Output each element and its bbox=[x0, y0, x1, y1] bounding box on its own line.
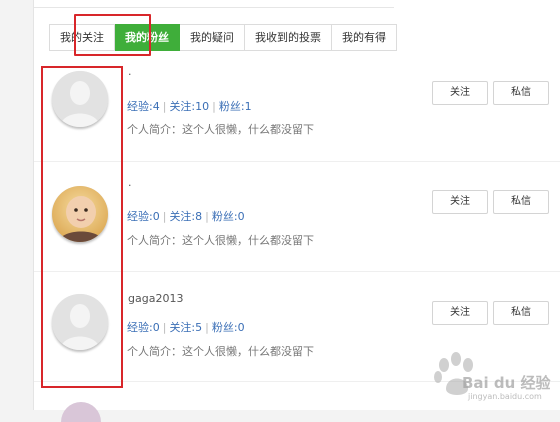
fans-label: 粉丝: bbox=[218, 100, 245, 113]
follow-label: 关注: bbox=[169, 210, 196, 223]
follow-label: 关注: bbox=[169, 100, 196, 113]
tab-highlight-box bbox=[74, 14, 151, 56]
message-button[interactable]: 私信 bbox=[493, 190, 549, 214]
tab-my-gains[interactable]: 我的有得 bbox=[332, 24, 397, 51]
exp-label: 经验: bbox=[127, 210, 153, 223]
exp-label: 经验: bbox=[127, 100, 153, 113]
follow-value: 5 bbox=[195, 321, 203, 334]
follow-value: 10 bbox=[195, 100, 210, 113]
follower-bio: 个人简介：这个人很懒，什么都没留下 bbox=[127, 345, 314, 358]
watermark-url: jingyan.baidu.com bbox=[468, 392, 542, 401]
watermark-text: Bai du 经验 bbox=[462, 374, 551, 392]
exp-value: 0 bbox=[152, 321, 160, 334]
message-button[interactable]: 私信 bbox=[493, 81, 549, 105]
fans-value: 1 bbox=[244, 100, 252, 113]
follower-bio: 个人简介：这个人很懒，什么都没留下 bbox=[127, 123, 314, 136]
message-button[interactable]: 私信 bbox=[493, 301, 549, 325]
top-divider bbox=[34, 0, 394, 8]
follow-button[interactable]: 关注 bbox=[432, 81, 488, 105]
tab-received-votes[interactable]: 我收到的投票 bbox=[245, 24, 332, 51]
follow-label: 关注: bbox=[169, 321, 196, 334]
follower-stats: 经验:0 | 关注:8 | 粉丝:0 bbox=[127, 210, 245, 223]
exp-label: 经验: bbox=[127, 321, 153, 334]
tab-my-questions[interactable]: 我的疑问 bbox=[180, 24, 245, 51]
follow-button[interactable]: 关注 bbox=[432, 301, 488, 325]
follower-name[interactable]: gaga2013 bbox=[128, 292, 183, 305]
follower-stats: 经验:0 | 关注:5 | 粉丝:0 bbox=[127, 321, 245, 334]
fans-value: 0 bbox=[237, 321, 245, 334]
fans-value: 0 bbox=[237, 210, 245, 223]
fans-label: 粉丝: bbox=[211, 210, 238, 223]
follower-name[interactable]: . bbox=[128, 176, 132, 189]
follower-name[interactable]: . bbox=[128, 65, 132, 78]
exp-value: 0 bbox=[152, 210, 160, 223]
avatar-highlight-box bbox=[41, 66, 123, 388]
exp-value: 4 bbox=[152, 100, 160, 113]
follower-stats: 经验:4 | 关注:10 | 粉丝:1 bbox=[127, 100, 252, 113]
fans-label: 粉丝: bbox=[211, 321, 238, 334]
follower-bio: 个人简介：这个人很懒，什么都没留下 bbox=[127, 234, 314, 247]
follow-button[interactable]: 关注 bbox=[432, 190, 488, 214]
follow-value: 8 bbox=[195, 210, 203, 223]
partial-avatar bbox=[61, 402, 101, 422]
